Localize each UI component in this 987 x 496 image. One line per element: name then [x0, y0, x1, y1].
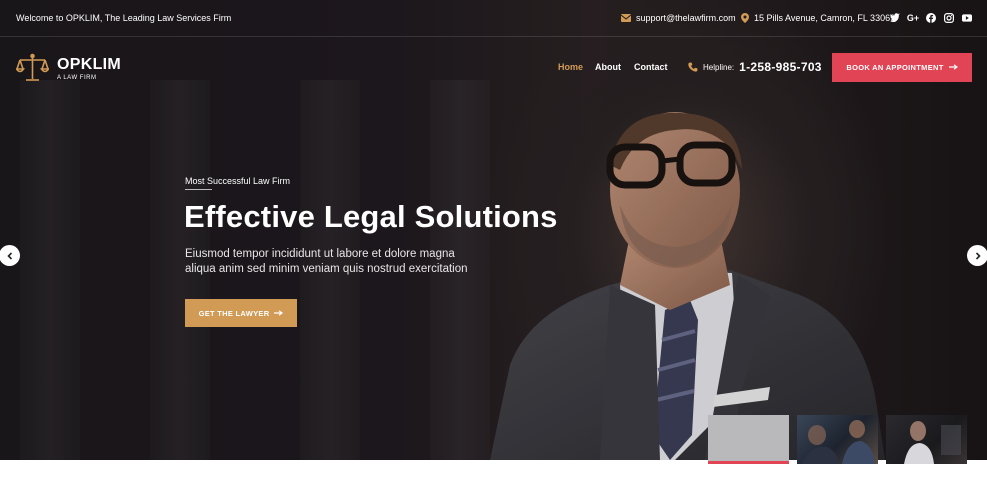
- google-plus-icon[interactable]: G+: [907, 12, 919, 23]
- address-text: 15 Pills Avenue, Camron, FL 33069: [754, 13, 896, 23]
- email-text: support@thelawfirm.com: [636, 13, 736, 23]
- slider-thumbnail-1[interactable]: [708, 415, 789, 464]
- slider-thumbnail-2[interactable]: [797, 415, 878, 464]
- scales-of-justice-icon: [16, 53, 49, 81]
- phone-icon: [688, 62, 698, 72]
- social-links: G+: [890, 12, 972, 23]
- hero-headline: Effective Legal Solutions: [184, 199, 558, 234]
- chevron-right-icon: [975, 251, 981, 260]
- envelope-icon: [621, 14, 631, 22]
- eyebrow-divider: [185, 189, 212, 190]
- welcome-text: Welcome to OPKLIM, The Leading Law Servi…: [16, 13, 232, 23]
- get-the-lawyer-button[interactable]: GET THE LAWYER: [185, 299, 297, 327]
- get-the-lawyer-label: GET THE LAWYER: [198, 308, 270, 318]
- helpline-label: Helpline:: [703, 62, 735, 72]
- hero-description: Eiusmod tempor incididunt ut labore et d…: [185, 248, 468, 275]
- slider-thumbnail-3[interactable]: [886, 415, 967, 464]
- arrow-right-icon: [948, 63, 958, 72]
- email-contact[interactable]: support@thelawfirm.com: [621, 13, 736, 23]
- map-pin-icon: [741, 13, 749, 23]
- book-appointment-label: BOOK AN APPOINTMENT: [846, 63, 944, 72]
- helpline[interactable]: Helpline: 1-258-985-703: [688, 60, 822, 74]
- book-appointment-button[interactable]: BOOK AN APPOINTMENT: [832, 53, 972, 82]
- chevron-left-icon: [6, 251, 12, 260]
- nav-item-about[interactable]: About: [595, 62, 621, 72]
- page-content-strip: [0, 460, 987, 496]
- logo-name: OPKLIM: [57, 55, 122, 73]
- slider-prev-button[interactable]: [0, 245, 20, 266]
- thumbnail-2-image: [802, 420, 875, 464]
- facebook-icon[interactable]: [926, 12, 936, 23]
- instagram-icon[interactable]: [944, 12, 954, 23]
- hero-eyebrow: Most Successful Law Firm: [185, 176, 291, 186]
- twitter-icon[interactable]: [890, 12, 900, 23]
- top-bar: Welcome to OPKLIM, The Leading Law Servi…: [0, 0, 987, 37]
- slider-next-button[interactable]: [967, 245, 987, 266]
- address-contact: 15 Pills Avenue, Camron, FL 33069: [741, 13, 895, 23]
- youtube-icon[interactable]: [962, 12, 972, 23]
- helpline-number: 1-258-985-703: [739, 60, 822, 74]
- nav-item-home[interactable]: Home: [558, 62, 583, 72]
- site-logo[interactable]: OPKLIM A LAW FIRM: [16, 53, 121, 83]
- logo-tagline: A LAW FIRM: [57, 74, 97, 81]
- thumbnail-3-image: [904, 421, 961, 464]
- nav-item-contact[interactable]: Contact: [634, 62, 668, 72]
- arrow-right-icon: [274, 309, 284, 318]
